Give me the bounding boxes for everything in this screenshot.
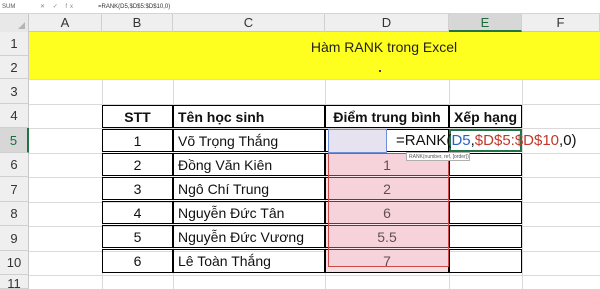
header-stt[interactable]: STT <box>102 105 173 128</box>
table-row-3-rank[interactable] <box>449 177 522 200</box>
table-row-4-stt[interactable]: 4 <box>102 201 173 224</box>
header-student-name[interactable]: Tên học sinh <box>173 105 325 128</box>
table-row-1-stt[interactable]: 1 <box>102 129 173 152</box>
column-header-e[interactable]: E <box>449 14 522 32</box>
table-row-5-stt[interactable]: 5 <box>102 225 173 248</box>
formula-ref-d5: D5 <box>451 132 471 149</box>
table-row-6-rank[interactable] <box>449 249 522 273</box>
formula-prefix: =RANK( <box>396 132 452 149</box>
table-row-3-stt[interactable]: 3 <box>102 177 173 200</box>
table-row-2-stt[interactable]: 2 <box>102 153 173 176</box>
column-header-f[interactable]: F <box>522 14 600 32</box>
table-row-2-name[interactable]: Đồng Văn Kiên <box>173 153 325 176</box>
cell-formula-editor[interactable]: =RANK(D5,$D$5:$D$10,0) <box>396 129 577 153</box>
formula-bar: SUM ✕ ✓ fx =RANK(D5,$D$5:$D$10,0) <box>0 0 600 14</box>
table-row-6-stt[interactable]: 6 <box>102 249 173 273</box>
reference-highlight-d5 <box>328 129 387 153</box>
title-merged-cell[interactable]: Hàm RANK trong Excel <box>29 32 600 79</box>
row-header-11[interactable]: 11 <box>0 275 29 289</box>
name-box[interactable]: SUM <box>2 3 24 11</box>
row-header-8[interactable]: 8 <box>0 202 29 226</box>
row-header-5[interactable]: 5 <box>0 128 29 153</box>
title-dot <box>379 70 381 72</box>
column-header-b[interactable]: B <box>102 14 173 32</box>
column-header-c[interactable]: C <box>173 14 325 32</box>
formula-bar-icons[interactable]: ✕ ✓ fx <box>40 2 95 12</box>
table-row-5-name[interactable]: Nguyễn Đức Vương <box>173 225 325 248</box>
table-row-3-name[interactable]: Ngô Chí Trung <box>173 177 325 200</box>
row-header-7[interactable]: 7 <box>0 177 29 202</box>
row-header-10[interactable]: 10 <box>0 251 29 275</box>
function-tooltip[interactable]: RANK(number, ref, [order]) <box>406 152 470 161</box>
table-row-4-rank[interactable] <box>449 201 522 224</box>
row-header-4[interactable]: 4 <box>0 104 29 128</box>
select-all-triangle-icon <box>18 22 25 29</box>
header-average-score[interactable]: Điểm trung bình <box>325 105 449 128</box>
row-header-6[interactable]: 6 <box>0 153 29 177</box>
table-row-6-name[interactable]: Lê Toàn Thắng <box>173 249 325 273</box>
column-header-d[interactable]: D <box>325 14 449 32</box>
column-header-row: A B C D E F <box>0 14 600 32</box>
row-header-1[interactable]: 1 <box>0 32 29 56</box>
table-row-5-rank[interactable] <box>449 225 522 248</box>
formula-suffix: ,0) <box>559 132 577 149</box>
row-header-9[interactable]: 9 <box>0 226 29 251</box>
row-header-3[interactable]: 3 <box>0 79 29 104</box>
column-header-a[interactable]: A <box>29 14 102 32</box>
sheet-title: Hàm RANK trong Excel <box>310 39 458 55</box>
reference-highlight-range <box>328 153 449 267</box>
table-row-4-name[interactable]: Nguyễn Đức Tân <box>173 201 325 224</box>
formula-ref-range: $D$5:$D$10 <box>474 132 560 149</box>
select-all-corner[interactable] <box>0 14 29 32</box>
formula-input[interactable]: =RANK(D5,$D$5:$D$10,0) <box>98 2 170 12</box>
row-header-2[interactable]: 2 <box>0 56 29 79</box>
table-row-1-name[interactable]: Võ Trọng Thắng <box>173 129 325 152</box>
header-rank[interactable]: Xếp hạng <box>449 105 522 128</box>
